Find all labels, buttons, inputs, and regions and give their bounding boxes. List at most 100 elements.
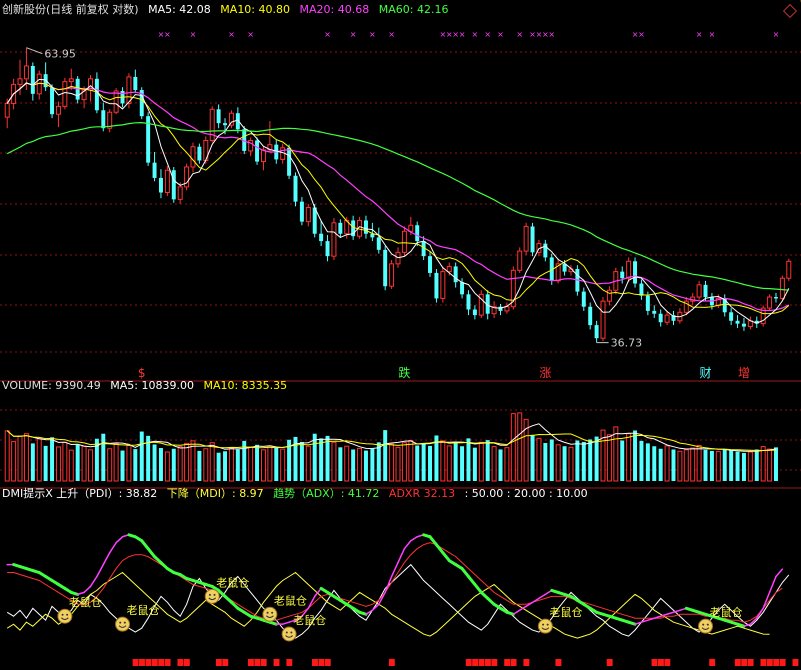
candle (133, 76, 138, 91)
volume-bar (255, 444, 260, 481)
volume-bar (696, 445, 702, 482)
candle (606, 289, 612, 302)
candle (4, 102, 10, 118)
volume-bar (543, 443, 548, 481)
volume-bar (274, 447, 279, 481)
signal-bar (484, 659, 491, 666)
signal-bar (651, 659, 658, 666)
smiley-eye (546, 623, 549, 626)
mdi-value: 下降（MDI）: 8.97 (166, 487, 264, 500)
adx-segment (736, 622, 746, 628)
event-marker: × (638, 30, 645, 39)
candle (523, 225, 529, 252)
candle (171, 170, 176, 200)
signal-bar (472, 659, 479, 666)
candle (255, 140, 260, 162)
event-marker: × (324, 30, 331, 39)
volume-bar (152, 444, 157, 481)
volume-bar (197, 450, 202, 481)
candle (158, 177, 163, 193)
volume-bar (338, 447, 343, 481)
smiley-eye (119, 621, 122, 624)
volume-bar (363, 450, 368, 481)
stock-chart[interactable]: 老鼠仓老鼠仓老鼠仓老鼠仓老鼠仓老鼠仓老鼠仓老鼠仓 ×××××××××××××××… (0, 0, 801, 670)
candle (626, 260, 632, 279)
candle (62, 81, 68, 107)
event-marker: × (484, 30, 491, 39)
volume-bar (754, 449, 759, 481)
volume-bar (17, 435, 23, 482)
event-marker: × (497, 30, 504, 39)
volume-bar (370, 448, 375, 481)
volume-bar (690, 447, 696, 482)
signal-bar (510, 659, 517, 666)
signal-bar (747, 659, 754, 666)
event-marker: × (696, 30, 703, 39)
candle (735, 320, 740, 324)
volume-bar (177, 446, 183, 482)
volume-bar (395, 446, 401, 482)
rat-signal-label: 老鼠仓 (127, 603, 160, 617)
candle (338, 222, 343, 234)
smiley-eye (285, 631, 288, 634)
candle (729, 312, 734, 321)
candle (773, 297, 778, 299)
volume-bar (491, 446, 497, 482)
candle (223, 123, 228, 126)
candle (408, 224, 414, 232)
volume-bar (357, 447, 363, 482)
signal-bar (606, 659, 613, 666)
volume-bar (113, 443, 119, 482)
signal-bar (260, 659, 267, 666)
smiley-eye (213, 593, 216, 596)
candle (703, 284, 708, 298)
candle (23, 65, 29, 80)
signal-bar (177, 659, 184, 666)
candle (325, 241, 330, 257)
candle (50, 87, 55, 115)
signal-bar (491, 659, 498, 666)
candle (197, 146, 202, 161)
volume-bar (741, 453, 746, 481)
volume-bar (575, 440, 580, 481)
smiley-icon (262, 606, 278, 622)
volume-bar (478, 441, 484, 482)
rat-signal-label: 老鼠仓 (549, 605, 582, 619)
volume-bar (23, 433, 29, 482)
smiley-eye (542, 623, 545, 626)
dmi-levels: : 50.00 : 20.00 : 10.00 (464, 487, 588, 500)
volume-bar (158, 448, 163, 481)
event-marker: × (350, 30, 357, 39)
volume-bar (50, 437, 55, 481)
signal-bar (318, 659, 325, 666)
adx-segment (627, 620, 637, 626)
candle (453, 266, 458, 283)
volume-bar (36, 438, 42, 482)
signal-bar (286, 659, 293, 666)
price-header: 创新股份(日线 前复权 对数) MA5: 42.08 MA10: 40.80 M… (2, 2, 454, 18)
volume-bar (715, 451, 721, 482)
volume-bar (722, 449, 727, 481)
candle (472, 309, 477, 316)
volume-bar (351, 449, 356, 481)
volume-bar (11, 441, 17, 482)
candle (434, 272, 439, 299)
volume-bar (30, 443, 35, 481)
volume-bar (568, 446, 574, 482)
candle (466, 294, 471, 310)
volume-bar (421, 443, 426, 481)
adx-value: 趋势（ADX）: 41.72 (273, 487, 380, 500)
event-marker: × (164, 30, 171, 39)
signal-bar (773, 659, 780, 666)
candle (633, 261, 638, 284)
volume-bar (677, 450, 683, 482)
smiley-icon (281, 626, 297, 642)
volume-bar (453, 441, 458, 481)
signal-bar (760, 659, 767, 666)
rat-signal-label: 老鼠仓 (216, 575, 249, 589)
candle (401, 230, 407, 253)
volume-bar (606, 434, 612, 482)
volume-bar (305, 445, 311, 482)
volume-bar (203, 448, 209, 482)
event-marker: × (190, 30, 197, 39)
